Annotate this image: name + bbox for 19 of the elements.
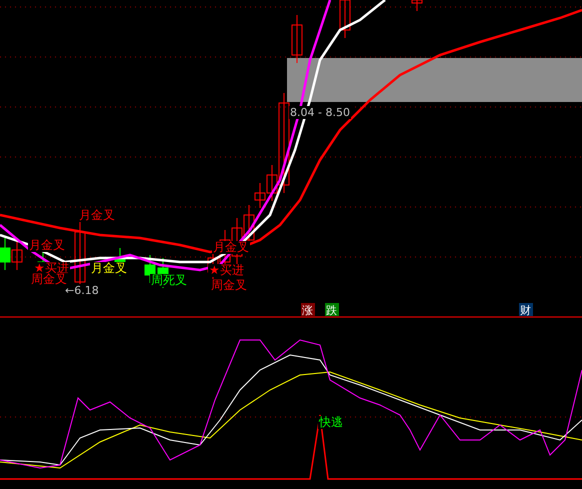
signal-label: 月金叉 [90, 262, 128, 275]
candlestick [0, 238, 10, 270]
candlestick [292, 14, 302, 64]
signal-label: 月金叉 [212, 241, 250, 254]
low-price-label: ←6.18 [64, 284, 100, 297]
candlestick [12, 240, 22, 270]
tag-badge[interactable]: 涨 [301, 303, 315, 317]
signal-label: 月金叉 [28, 239, 66, 252]
tag-badge[interactable]: 财 [519, 303, 533, 317]
tag-badge[interactable]: 跌 [325, 303, 339, 317]
signal-label: 周死叉 [150, 274, 188, 287]
signal-label: ★买进 [208, 264, 245, 277]
price-range-label: 8.04 - 8.50 [289, 106, 351, 119]
signal-label: 周金叉 [30, 273, 68, 286]
signal-label: 周金叉 [210, 279, 248, 292]
candlestick [340, 0, 350, 38]
signal-label: 月金叉 [78, 209, 116, 222]
candlestick [412, 0, 422, 12]
escape-signal-label: 快逃 [318, 416, 344, 429]
